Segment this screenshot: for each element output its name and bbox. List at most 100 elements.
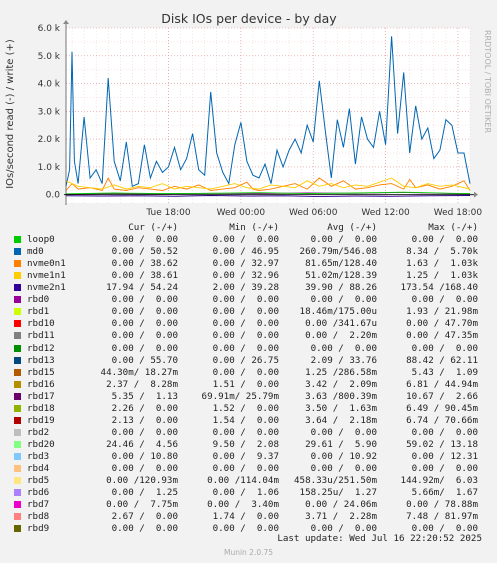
legend-swatch [14, 296, 21, 304]
legend-min: 0.00 / 0.00 [212, 342, 279, 354]
legend-swatch [14, 368, 21, 376]
legend-max: 8.34 / 5.70k [406, 246, 478, 258]
legend-row-nvme0n1: nvme0n1 0.00 / 38.62 0.00 / 32.97 81.65m/12… [0, 258, 497, 270]
legend-avg: 29.61 / 5.90 [305, 438, 377, 450]
legend-min: 1.52 / 0.00 [212, 402, 279, 414]
legend-swatch [14, 248, 21, 256]
legend-max: 0.00 / 0.00 [411, 463, 478, 474]
legend-row-rbd12: rbd12 0.00 / 0.00 0.00 / 0.00 0.00 / 0.00 0.… [0, 343, 497, 355]
legend-name: rbd2 [27, 426, 50, 438]
legend-name: rbd17 [27, 390, 55, 402]
legend-avg: 158.25u/ 1.27 [299, 487, 377, 499]
x-axis-arrow [474, 191, 478, 198]
legend-avg: 0.00 / 10.92 [310, 450, 377, 462]
legend-max: 6.49 / 90.45m [406, 402, 478, 414]
legend-min: 0.00 / 0.00 [212, 234, 279, 246]
legend-swatch [14, 428, 21, 436]
legend-max: 5.66m/ 1.67 [411, 487, 478, 499]
legend-avg: 81.65m/128.40 [305, 258, 377, 270]
legend-min: 1.51 / 0.00 [212, 378, 279, 390]
legend-avg: 18.46m/175.00u [299, 306, 377, 318]
header-min: Min (-/+) [229, 222, 279, 233]
legend-max: 0.00 / 47.35m [406, 330, 478, 342]
legend-max: 0.00 / 0.00 [411, 234, 478, 246]
legend-max: 59.02 / 13.18 [406, 438, 478, 450]
header-max: Max (-/+) [428, 222, 478, 233]
plot-background [66, 28, 470, 203]
chart-area: Disk IOs per device - by day IOs/second … [5, 11, 492, 218]
legend-cur: 2.67 / 0.00 [111, 511, 178, 523]
legend-cur: 44.30m/ 18.27m [100, 366, 178, 378]
legend-name: md0 [27, 246, 44, 258]
x-tick-label: Wed 18:00 [434, 208, 483, 218]
legend-min: 1.54 / 0.00 [212, 414, 279, 426]
legend-name: rbd10 [27, 318, 55, 330]
legend-swatch [14, 501, 21, 509]
legend-swatch [14, 332, 21, 340]
legend-swatch [14, 392, 21, 400]
legend-swatch [14, 489, 21, 497]
legend-row-md0: md0 0.00 / 50.52 0.00 / 46.95 260.79m/546.0… [0, 246, 497, 258]
legend-min: 0.00 / 0.00 [212, 426, 279, 438]
legend-avg: 3.71 / 2.28m [305, 511, 377, 523]
legend-cur: 0.00 / 0.00 [111, 342, 178, 354]
legend-name: rbd16 [27, 378, 55, 390]
legend-avg: 0.00 / 24.06m [305, 499, 377, 511]
legend-name: rbd20 [27, 438, 55, 450]
legend-name: nvme2n1 [27, 282, 66, 294]
legend-row-rbd1: rbd1 0.00 / 0.00 0.00 / 0.00 18.46m/175.00u… [0, 306, 497, 318]
legend-name: rbd7 [27, 499, 50, 511]
legend-row-rbd15: rbd15 44.30m/ 18.27m 0.00 / 0.00 1.25 /286.… [0, 367, 497, 379]
legend-cur: 2.26 / 0.00 [111, 402, 178, 414]
legend-avg: 2.09 / 33.76 [310, 354, 377, 366]
legend-cur: 2.37 / 8.28m [106, 378, 178, 390]
legend-min: 0.00 / 46.95 [212, 246, 279, 258]
legend-row-rbd2: rbd2 0.00 / 0.00 0.00 / 0.00 0.00 / 0.00 0.0… [0, 427, 497, 439]
legend-cur: 0.00 / 1.25 [111, 487, 178, 499]
last-update: Last update: Wed Jul 16 22:20:52 2025 [277, 533, 482, 544]
legend-avg: 0.00 / 0.00 [310, 294, 377, 306]
legend-swatch [14, 308, 21, 316]
y-tick-label: 0.0 [46, 191, 61, 201]
legend-avg: 0.00 / 0.00 [310, 426, 377, 438]
legend-cur: 17.94 / 54.24 [106, 282, 178, 294]
legend-row-rbd19: rbd19 2.13 / 0.00 1.54 / 0.00 3.64 / 2.18m 6… [0, 415, 497, 427]
y-tick-label: 6.0 k [38, 24, 61, 34]
legend-cur: 0.00 / 0.00 [111, 318, 178, 330]
y-tick-label: 4.0 k [38, 80, 61, 90]
legend-min: 0.00 / 3.40m [207, 499, 279, 511]
legend-avg: 458.33u/251.50m [294, 475, 377, 487]
legend-name: rbd0 [27, 294, 50, 306]
legend-row-rbd0: rbd0 0.00 / 0.00 0.00 / 0.00 0.00 / 0.00 0.0… [0, 294, 497, 306]
legend-max: 0.00 / 0.00 [411, 426, 478, 438]
legend-min: 0.00 / 9.37 [212, 450, 279, 462]
legend-name: rbd11 [27, 330, 55, 342]
legend-row-rbd10: rbd10 0.00 / 0.00 0.00 / 0.00 0.00 /341.67u… [0, 318, 497, 330]
legend-min: 0.00 / 0.00 [212, 294, 279, 306]
legend-min: 0.00 / 0.00 [212, 306, 279, 318]
legend-min: 0.00 / 1.06 [212, 487, 279, 499]
legend-swatch [14, 404, 21, 412]
legend-row-rbd4: rbd4 0.00 / 0.00 0.00 / 0.00 0.00 / 0.00 0.0… [0, 463, 497, 475]
legend-max: 1.93 / 21.98m [406, 306, 478, 318]
legend-swatch [14, 513, 21, 521]
legend-min: 0.00 / 32.96 [212, 270, 279, 282]
legend-cur: 0.00 / 7.75m [106, 499, 178, 511]
legend-cur: 2.13 / 0.00 [111, 414, 178, 426]
x-tick-label: Wed 12:00 [361, 208, 410, 218]
rrdtool-credit: RRDTOOL / TOBI OETIKER [483, 30, 492, 133]
legend-cur: 0.00 / 0.00 [111, 294, 178, 306]
legend-swatch [14, 452, 21, 460]
legend-min: 69.91m/ 25.79m [201, 390, 279, 402]
legend-max: 0.00 / 47.70m [406, 318, 478, 330]
y-tick-label: 2.0 k [38, 135, 61, 145]
legend-max: 88.42 / 62.11 [406, 354, 478, 366]
legend-swatch [14, 416, 21, 424]
legend-cur: 0.00 / 55.70 [111, 354, 178, 366]
legend-avg: 39.90 / 88.26 [305, 282, 377, 294]
legend-avg: 0.00 / 2.20m [305, 330, 377, 342]
legend-max: 7.48 / 81.97m [406, 511, 478, 523]
legend-name: rbd12 [27, 342, 55, 354]
legend-max: 173.54 /168.40 [400, 282, 478, 294]
legend-max: 0.00 / 0.00 [411, 294, 478, 306]
